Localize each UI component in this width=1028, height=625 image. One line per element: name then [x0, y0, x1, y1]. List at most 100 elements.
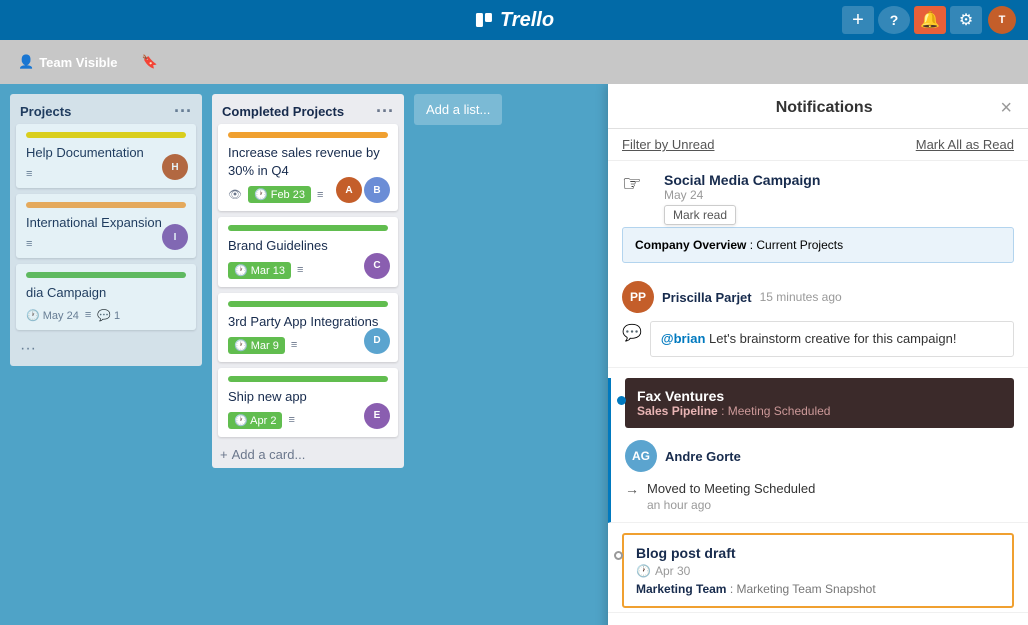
card-badge-lines: ≡: [317, 189, 323, 201]
topbar-logo: Trello: [474, 9, 554, 32]
mark-all-read-link[interactable]: Mark All as Read: [916, 137, 1014, 152]
card-badges: 🕐 May 24 ≡ 💬 1: [26, 309, 186, 322]
trello-logo-icon: [474, 10, 494, 30]
add-button[interactable]: +: [842, 6, 874, 34]
card-avatars: I: [162, 224, 188, 250]
mark-read-label[interactable]: Mark read: [664, 205, 736, 225]
board-name-item[interactable]: 👤 Team Visible: [10, 50, 125, 74]
card-title: dia Campaign: [26, 284, 186, 302]
card-badge-lines: ≡: [26, 168, 32, 180]
notif-1-comment-text: @brian Let's brainstorm creative for thi…: [650, 321, 1014, 357]
notif-3-card-box: Blog post draft 🕐 Apr 30 Marketing Team …: [622, 533, 1014, 608]
card-badge-lines: ≡: [85, 309, 91, 321]
clock-icon: 🕐: [636, 564, 651, 578]
card-international-expansion[interactable]: International Expansion ≡ I: [16, 194, 196, 258]
user-avatar-button[interactable]: T: [986, 6, 1018, 34]
card-ship-new-app[interactable]: Ship new app 🕐 Apr 2 ≡ E: [218, 368, 398, 437]
card-label: [228, 376, 388, 382]
topbar: Trello + ? 🔔 ⚙ T: [0, 0, 1028, 40]
notif-2-user-name: Andre Gorte: [665, 449, 741, 464]
card-help-documentation[interactable]: Help Documentation ≡ H: [16, 124, 196, 188]
add-list-button[interactable]: Add a list...: [414, 94, 502, 125]
list-completed-menu[interactable]: ···: [376, 102, 394, 120]
board-name-label: Team Visible: [39, 55, 117, 70]
card-dia-campaign[interactable]: dia Campaign 🕐 May 24 ≡ 💬 1: [16, 264, 196, 329]
card-increase-sales[interactable]: Increase sales revenue by 30% in Q4 👁 🕐 …: [218, 124, 398, 211]
notif-1-board-info: Company Overview : Current Projects: [635, 238, 1001, 252]
notification-social-media: ☞ Social Media Campaign May 24 Mark read…: [608, 161, 1028, 368]
card-badge-due: 🕐 Apr 2: [228, 412, 282, 429]
notifications-panel: Notifications × Filter by Unread Mark Al…: [608, 84, 1028, 625]
card-label-yellow: [26, 132, 186, 138]
list-projects-menu[interactable]: ···: [174, 102, 192, 120]
notif-1-user-time: 15 minutes ago: [760, 290, 842, 304]
card-avatar: D: [364, 328, 390, 354]
notif-2-move-details: Moved to Meeting Scheduled an hour ago: [647, 480, 815, 512]
notif-2-move-text: Moved to Meeting Scheduled: [647, 480, 815, 498]
card-avatar: B: [364, 177, 390, 203]
add-list-label: Add a list...: [426, 102, 490, 117]
list-projects: Projects ··· Help Documentation ≡ H Inte…: [10, 94, 202, 366]
card-3rd-party[interactable]: 3rd Party App Integrations 🕐 Mar 9 ≡ D: [218, 293, 398, 362]
card-label: [228, 132, 388, 138]
card-badge-eye: 👁: [228, 188, 242, 201]
notif-1-mention: @brian: [661, 331, 705, 346]
notif-2-board-info: Sales Pipeline : Meeting Scheduled: [637, 404, 1002, 418]
user-avatar: T: [988, 6, 1016, 34]
card-title: Increase sales revenue by 30% in Q4: [228, 144, 388, 180]
list-completed-projects: Completed Projects ··· Increase sales re…: [212, 94, 404, 468]
cursor-hand-icon[interactable]: ☞: [622, 171, 642, 196]
card-label-orange: [26, 202, 186, 208]
filter-unread-link[interactable]: Filter by Unread: [622, 137, 714, 152]
notifications-bell-button[interactable]: 🔔: [914, 6, 946, 34]
bookmark-icon: 🔖: [141, 54, 157, 70]
notif-1-card-box: Company Overview : Current Projects: [622, 227, 1014, 263]
notif-1-user-row: PP Priscilla Parjet 15 minutes ago: [608, 273, 1028, 317]
mark-read-area: Mark read: [608, 203, 1028, 227]
notif-2-move-time: an hour ago: [647, 498, 815, 512]
card-label: [228, 225, 388, 231]
arrow-right-icon: →: [625, 481, 639, 497]
card-badge-due: 🕐 Feb 23: [248, 186, 311, 203]
card-label: [228, 301, 388, 307]
add-icon: +: [220, 447, 228, 462]
notif-2-board-section: Meeting Scheduled: [728, 404, 831, 418]
comment-icon: 💬: [622, 323, 642, 357]
notif-1-user-name: Priscilla Parjet: [662, 290, 752, 305]
card-avatars: E: [364, 403, 390, 429]
notif-3-card-date: 🕐 Apr 30: [636, 564, 1000, 578]
card-badge-comment: 💬 1: [97, 309, 120, 322]
notification-fax-ventures: Fax Ventures Sales Pipeline : Meeting Sc…: [608, 378, 1028, 523]
notif-1-board-section: Current Projects: [756, 238, 843, 252]
notifications-close-button[interactable]: ×: [1000, 98, 1012, 118]
notif-1-board-name: Company Overview: [635, 238, 746, 252]
card-avatars: H: [162, 154, 188, 180]
team-icon: 👤: [18, 54, 34, 70]
notif-1-top: ☞ Social Media Campaign May 24: [608, 161, 1028, 203]
card-badge-due: 🕐 Mar 9: [228, 337, 285, 354]
notif-3-board-info: Marketing Team : Marketing Team Snapshot: [636, 582, 1000, 596]
card-badge-lines: ≡: [26, 238, 32, 250]
settings-button[interactable]: ⚙: [950, 6, 982, 34]
notif-3-board-name: Marketing Team: [636, 582, 726, 596]
board-background: Projects ··· Help Documentation ≡ H Inte…: [0, 84, 1028, 625]
card-avatars: C: [364, 253, 390, 279]
bookmark-button[interactable]: 🔖: [133, 50, 165, 74]
notif-2-move: → Moved to Meeting Scheduled an hour ago: [611, 476, 1028, 522]
help-button[interactable]: ?: [878, 6, 910, 34]
card-avatars: D: [364, 328, 390, 354]
notif-2-board-name: Sales Pipeline: [637, 404, 718, 418]
add-card-button[interactable]: + Add a card...: [212, 443, 404, 468]
card-avatar: C: [364, 253, 390, 279]
notif-3-date: Apr 30: [655, 564, 690, 578]
list-projects-cards: Help Documentation ≡ H International Exp…: [10, 124, 202, 336]
card-badge-due: 🕐 Mar 13: [228, 262, 291, 279]
notif-1-comment: 💬 @brian Let's brainstorm creative for t…: [608, 317, 1028, 367]
card-avatar: I: [162, 224, 188, 250]
notif-3-card-name: Blog post draft: [636, 545, 1000, 561]
list-completed-title: Completed Projects: [222, 104, 344, 119]
notif-2-card-name: Fax Ventures: [637, 388, 1002, 404]
card-label-green: [26, 272, 186, 278]
card-brand-guidelines[interactable]: Brand Guidelines 🕐 Mar 13 ≡ C: [218, 217, 398, 286]
notif-1-card-info: Social Media Campaign May 24: [664, 172, 820, 202]
